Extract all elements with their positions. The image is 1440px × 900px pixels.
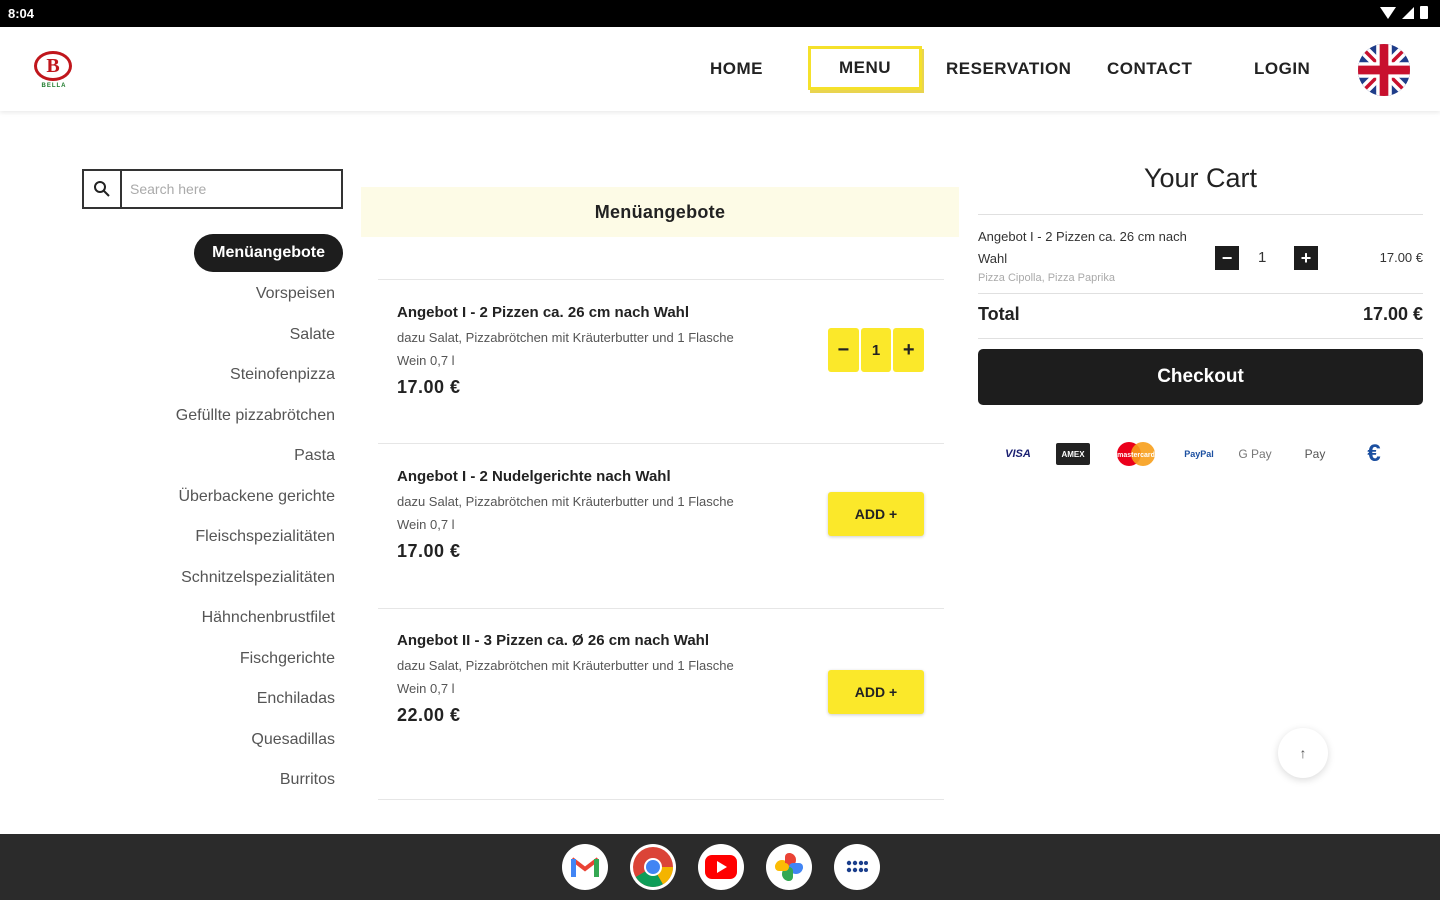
youtube-icon[interactable] [698,844,744,890]
divider [378,799,944,800]
nav-home[interactable]: HOME [710,59,763,79]
main-nav: HOME MENU RESERVATION CONTACT LOGIN [0,27,1440,111]
menu-item: Angebot II - 3 Pizzen ca. Ø 26 cm nach W… [397,627,747,730]
nav-reservation[interactable]: RESERVATION [946,59,1071,79]
visa-icon: VISA [1005,448,1031,460]
cart-decrease-button[interactable]: − [1215,246,1239,270]
category-item[interactable]: Hähnchenbrustfilet [202,609,335,627]
menu-item-price: 22.00 € [397,705,461,725]
nav-login[interactable]: LOGIN [1254,59,1310,79]
category-item[interactable]: Vorspeisen [256,285,335,303]
decrease-button[interactable]: − [828,328,859,372]
quantity-stepper: − 1 + [828,328,925,372]
section-title: Menüangebote [361,187,959,237]
checkout-button[interactable]: Checkout [978,349,1423,405]
divider [378,279,944,280]
app-dock [562,844,880,890]
cart-total-label: Total [978,304,1020,324]
chrome-icon[interactable] [630,844,676,890]
menu-item: Angebot I - 2 Nudelgerichte nach Wahl da… [397,463,747,566]
gmail-icon[interactable] [562,844,608,890]
divider [378,443,944,444]
divider [378,608,944,609]
uk-flag-icon[interactable] [1358,44,1410,96]
category-item[interactable]: Überbackene gerichte [178,488,335,506]
category-item[interactable]: Schnitzelspezialitäten [181,569,335,587]
category-item[interactable]: Enchiladas [257,690,335,708]
menu-item-price: 17.00 € [397,541,461,561]
status-icons [1380,6,1428,19]
search-input[interactable] [122,171,337,207]
nav-contact[interactable]: CONTACT [1107,59,1192,79]
scroll-to-top-button[interactable]: ↑ [1278,728,1328,778]
mastercard-label: mastercard [1117,452,1155,459]
arrow-up-icon: ↑ [1299,745,1307,761]
menu-item-description: dazu Salat, Pizzabrötchen mit Kräuterbut… [397,658,734,696]
menu-item-description: dazu Salat, Pizzabrötchen mit Kräuterbut… [397,330,734,368]
category-item[interactable]: Gefüllte pizzabrötchen [176,407,335,425]
menu-item-title: Angebot II - 3 Pizzen ca. Ø 26 cm nach W… [397,632,710,649]
cart-divider [978,293,1423,294]
cart-increase-button[interactable]: + [1294,246,1318,270]
category-item[interactable]: Quesadillas [251,731,335,749]
android-taskbar [0,834,1440,900]
menu-item-title: Angebot I - 2 Nudelgerichte nach Wahl [397,468,671,485]
cart-divider [978,214,1423,215]
menu-item: Angebot I - 2 Pizzen ca. 26 cm nach Wahl… [397,299,747,402]
quantity-value: 1 [860,328,892,372]
euro-icon: € [1367,440,1381,467]
apple-pay-icon: Pay [1304,447,1326,461]
paypal-icon: PayPal [1184,449,1214,459]
search-box [82,169,343,209]
menu-item-price: 17.00 € [397,377,461,397]
site-header: B BELLA HOME MENU RESERVATION CONTACT LO… [0,27,1440,111]
cart-divider [978,338,1423,339]
add-button[interactable]: ADD + [828,670,924,714]
mastercard-icon: mastercard [1112,438,1160,470]
cart-item-quantity: 1 [1258,249,1267,266]
category-item[interactable]: Salate [290,326,335,344]
add-button[interactable]: ADD + [828,492,924,536]
category-item[interactable]: Pasta [294,447,335,465]
app-drawer-icon[interactable] [834,844,880,890]
signal-icon [1402,6,1414,19]
amex-icon: AMEX [1056,443,1090,465]
google-pay-icon: G Pay [1238,447,1272,461]
increase-button[interactable]: + [893,328,925,372]
search-icon[interactable] [84,171,122,207]
payment-methods: VISA AMEX mastercard PayPal G Pay Pay € [990,438,1410,470]
cart-item-price: 17.00 € [1379,250,1423,265]
menu-item-title: Angebot I - 2 Pizzen ca. 26 cm nach Wahl [397,304,690,321]
category-item-active[interactable]: Menüangebote [194,234,343,272]
cart-title: Your Cart [1143,163,1258,193]
status-bar: 8:04 [0,0,1440,27]
battery-icon [1420,6,1428,19]
category-item[interactable]: Fischgerichte [240,650,335,668]
status-time: 8:04 [8,6,35,21]
photos-icon[interactable] [766,844,812,890]
category-item[interactable]: Burritos [280,771,335,789]
cart-total-value: 17.00 € [1362,304,1423,324]
cart-item-options: Pizza Cipolla, Pizza Paprika [978,272,1115,284]
menu-item-description: dazu Salat, Pizzabrötchen mit Kräuterbut… [397,494,734,532]
nav-menu[interactable]: MENU [808,46,922,90]
category-item[interactable]: Fleischspezialitäten [195,528,335,546]
category-item[interactable]: Steinofenpizza [230,366,335,384]
wifi-icon [1380,6,1396,19]
cart-item-name: Angebot I - 2 Pizzen ca. 26 cm nach Wahl [978,229,1187,266]
